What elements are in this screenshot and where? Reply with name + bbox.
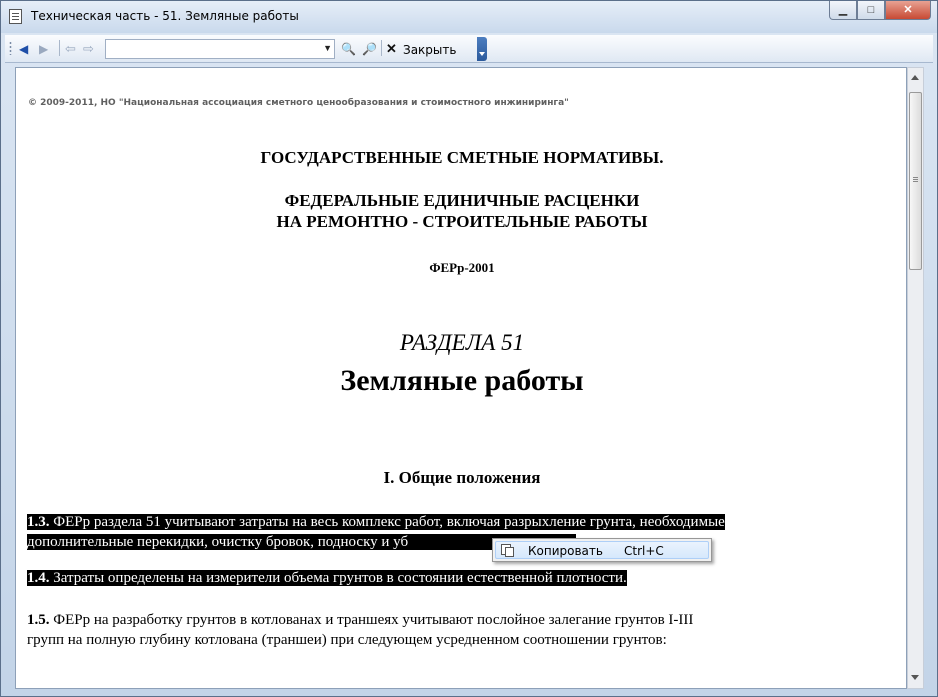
scroll-thumb[interactable] bbox=[909, 92, 922, 270]
find-icon[interactable]: 🔍 bbox=[341, 42, 356, 56]
paragraph-text: ФЕРр на разработку грунтов в котлованах … bbox=[49, 612, 694, 628]
context-menu: Копировать Ctrl+C bbox=[492, 538, 712, 562]
toolbar-overflow-button[interactable] bbox=[477, 37, 487, 61]
section-title: Земляные работы bbox=[340, 364, 584, 397]
close-window-button[interactable]: ✕ bbox=[885, 1, 931, 20]
back-icon[interactable]: ◀ bbox=[19, 42, 28, 56]
doc-heading-2: ФЕДЕРАЛЬНЫЕ ЕДИНИЧНЫЕ РАСЦЕНКИ НА РЕМОНТ… bbox=[16, 190, 906, 232]
document-icon bbox=[9, 9, 22, 24]
maximize-icon: □ bbox=[867, 4, 875, 16]
close-icon: ✕ bbox=[903, 4, 913, 16]
paragraph-text: групп на полную глубину котлована (транш… bbox=[27, 632, 667, 648]
address-combobox[interactable]: ▼ bbox=[105, 39, 335, 59]
doc-heading-2-line2: НА РЕМОНТНО - СТРОИТЕЛЬНЫЕ РАБОТЫ bbox=[276, 212, 648, 231]
selected-text: 1.3. ФЕРр раздела 51 учитывают затраты н… bbox=[27, 514, 725, 530]
paragraph-text: дополнительные перекидки, очистку бровок… bbox=[27, 534, 409, 550]
general-provisions-heading: I. Общие положения bbox=[383, 468, 541, 487]
window-title: Техническая часть - 51. Земляные работы bbox=[31, 9, 299, 23]
copy-shortcut: Ctrl+C bbox=[624, 544, 664, 558]
scroll-down-icon[interactable] bbox=[911, 675, 919, 680]
copyright-text: © 2009-2011, НО "Национальная ассоциация… bbox=[28, 98, 569, 108]
toolbar-grip[interactable] bbox=[9, 41, 12, 55]
thumb-grip-icon bbox=[913, 177, 918, 178]
doc-heading-1: ГОСУДАРСТВЕННЫЕ СМЕТНЫЕ НОРМАТИВЫ. bbox=[260, 148, 664, 167]
paragraph-1-5: 1.5. ФЕРр на разработку грунтов в котлов… bbox=[27, 610, 693, 650]
minimize-button[interactable]: ▁ bbox=[829, 1, 857, 20]
paragraph-1-4: 1.4. Затраты определены на измерители об… bbox=[27, 568, 627, 588]
doc-heading-3: ФЕРр-2001 bbox=[429, 260, 495, 275]
close-icon[interactable]: ✕ bbox=[386, 42, 397, 56]
history-forward-icon[interactable]: ⇨ bbox=[83, 42, 94, 56]
scroll-up-icon[interactable] bbox=[911, 75, 919, 80]
history-back-icon[interactable]: ⇦ bbox=[65, 42, 76, 56]
find-next-icon[interactable]: 🔎 bbox=[362, 42, 377, 56]
paragraph-number: 1.4. bbox=[27, 570, 50, 586]
app-window: Техническая часть - 51. Земляные работы … bbox=[0, 0, 938, 697]
section-label: РАЗДЕЛА 51 bbox=[399, 330, 525, 355]
paragraph-text: Затраты определены на измерители объема … bbox=[49, 570, 627, 586]
copy-menu-item[interactable]: Копировать Ctrl+C bbox=[495, 541, 709, 559]
vertical-scrollbar[interactable] bbox=[907, 67, 924, 689]
dropdown-arrow-icon[interactable]: ▼ bbox=[323, 43, 332, 53]
paragraph-text: ФЕРр раздела 51 учитывают затраты на вес… bbox=[49, 514, 725, 530]
copy-label: Копировать bbox=[528, 544, 603, 558]
maximize-button[interactable]: □ bbox=[857, 1, 885, 20]
copy-icon bbox=[501, 544, 514, 557]
title-bar[interactable]: Техническая часть - 51. Земляные работы … bbox=[1, 1, 937, 33]
selected-text: 1.4. Затраты определены на измерители об… bbox=[27, 570, 627, 586]
caption-buttons: ▁ □ ✕ bbox=[829, 1, 931, 21]
doc-heading-2-line1: ФЕДЕРАЛЬНЫЕ ЕДИНИЧНЫЕ РАСЦЕНКИ bbox=[284, 191, 640, 210]
toolbar-separator bbox=[59, 40, 60, 56]
document-view[interactable]: © 2009-2011, НО "Национальная ассоциация… bbox=[15, 67, 907, 689]
close-button-label[interactable]: Закрыть bbox=[403, 43, 456, 57]
toolbar: ◀ ▶ ⇦ ⇨ ▼ 🔍 🔎 ✕ Закрыть bbox=[5, 35, 933, 63]
toolbar-separator bbox=[381, 40, 382, 56]
paragraph-number: 1.3. bbox=[27, 514, 50, 530]
minimize-icon: ▁ bbox=[838, 4, 848, 16]
paragraph-number: 1.5. bbox=[27, 612, 50, 628]
forward-icon[interactable]: ▶ bbox=[39, 42, 48, 56]
